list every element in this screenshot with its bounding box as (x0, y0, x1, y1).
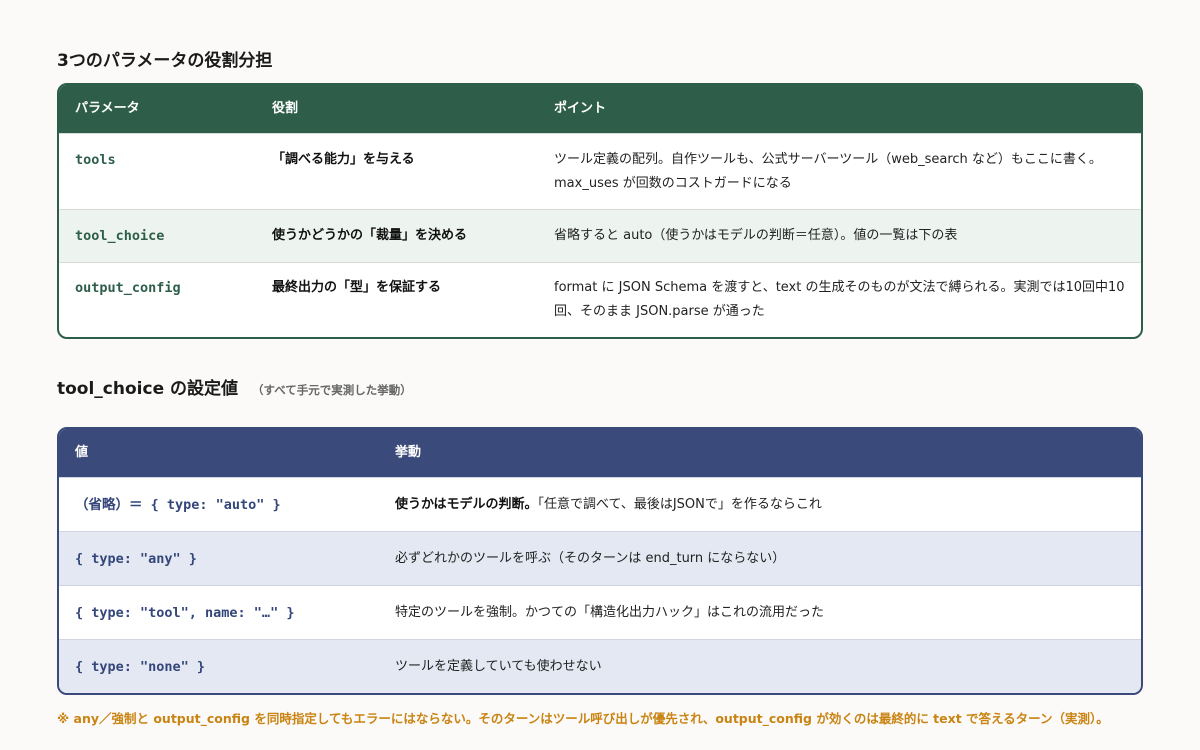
header-parameter: パラメータ (75, 101, 140, 116)
choice-behavior: 必ずどれかのツールを呼ぶ（そのターンは end_turn にならない） (395, 550, 786, 566)
choice-value: { type: "none" } (75, 658, 206, 675)
choice-value: （省略）＝ { type: "auto" } (75, 496, 281, 513)
choice-behavior: 使うかはモデルの判断。「任意で調べて、最後はJSONで」を作るならこれ (378, 493, 1141, 517)
footnote: ※ any／強制と output_config を同時指定してもエラーにはならな… (57, 711, 1109, 726)
choice-value: { type: "any" } (75, 550, 197, 567)
header-point: ポイント (554, 101, 607, 116)
param-role: 「調べる能力」を与える (272, 152, 415, 167)
param-point: ツール定義の配列。自作ツールも、公式サーバーツール（web_search など）… (554, 152, 1102, 191)
table-row: { type: "tool", name: "…" } 特定のツールを強制。かつ… (59, 585, 1141, 639)
choice-behavior: 特定のツールを強制。かつての「構造化出力ハック」はこれの流用だった (395, 604, 825, 620)
section2-subtitle: （すべて手元で実測した挙動） (252, 383, 412, 397)
header-behavior: 挙動 (395, 445, 422, 460)
choice-value: { type: "tool", name: "…" } (75, 604, 295, 621)
param-point: format に JSON Schema を渡すと、text の生成そのものが文… (554, 280, 1125, 319)
tool-choice-table: 値 挙動 （省略）＝ { type: "auto" } 使うかはモデルの判断。「… (57, 427, 1143, 695)
param-name: output_config (75, 280, 181, 296)
param-point: 省略すると auto（使うかはモデルの判断＝任意）。値の一覧は下の表 (554, 228, 958, 243)
table-header: パラメータ 役割 ポイント (59, 85, 1141, 133)
param-name: tools (75, 152, 116, 168)
table-row: { type: "any" } 必ずどれかのツールを呼ぶ（そのターンは end_… (59, 531, 1141, 585)
table-row: tool_choice 使うかどうかの「裁量」を決める 省略すると auto（使… (59, 209, 1141, 262)
choice-behavior-text: 「任意で調べて、最後はJSONで」を作るならこれ (537, 496, 822, 512)
param-name: tool_choice (75, 228, 165, 244)
parameters-table: パラメータ 役割 ポイント tools 「調べる能力」を与える ツール定義の配列… (57, 83, 1143, 339)
header-role: 役割 (272, 101, 299, 116)
table-row: { type: "none" } ツールを定義していても使わせない (59, 639, 1141, 693)
section1-title: 3つのパラメータの役割分担 (57, 51, 273, 71)
table-row: output_config 最終出力の「型」を保証する format に JSO… (59, 262, 1141, 337)
table-header: 値 挙動 (59, 429, 1141, 477)
param-role: 最終出力の「型」を保証する (272, 280, 442, 295)
section2-title-text: tool_choice の設定値 (57, 379, 239, 399)
choice-behavior-emphasis: 使うかはモデルの判断。 (395, 496, 538, 512)
choice-behavior: ツールを定義していても使わせない (395, 658, 602, 674)
param-role: 使うかどうかの「裁量」を決める (272, 228, 468, 243)
table-row: tools 「調べる能力」を与える ツール定義の配列。自作ツールも、公式サーバー… (59, 133, 1141, 209)
header-value: 値 (75, 445, 89, 460)
section2-title: tool_choice の設定値 （すべて手元で実測した挙動） (57, 374, 412, 399)
table-row: （省略）＝ { type: "auto" } 使うかはモデルの判断。「任意で調べ… (59, 477, 1141, 531)
